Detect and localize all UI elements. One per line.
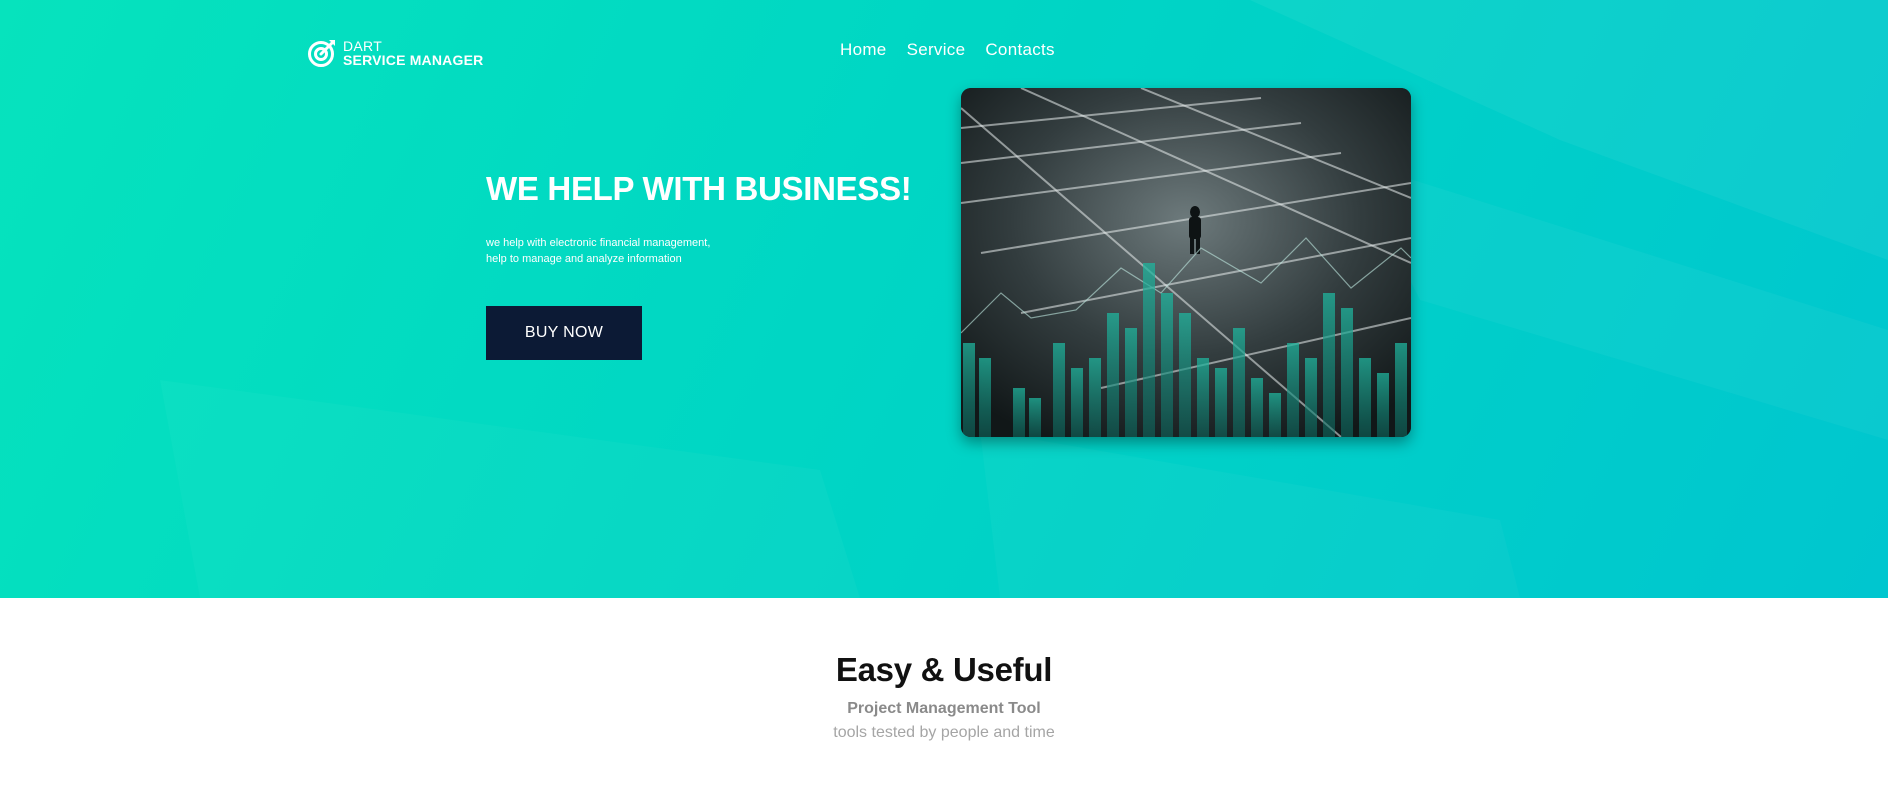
section-title: Easy & Useful <box>835 651 1053 688</box>
hero-description-line2: help to manage and analyze information <box>486 253 682 265</box>
hero-image <box>961 88 1411 437</box>
brand-name-line1: DART <box>343 38 383 54</box>
hero-headline: WE HELP WITH BUSINESS! <box>486 170 912 207</box>
hero-description-line1: we help with electronic financial manage… <box>486 237 711 249</box>
section-tagline: tools tested by people and time <box>833 724 1055 741</box>
nav-link-service[interactable]: Service <box>907 40 966 60</box>
hero-image-illustration <box>961 88 1411 437</box>
nav-link-contacts[interactable]: Contacts <box>985 40 1055 60</box>
hero-background-decoration <box>1250 0 1888 440</box>
hero-description: we help with electronic financial manage… <box>486 235 710 267</box>
buy-now-button[interactable]: BUY NOW <box>486 306 642 360</box>
brand-name: DART SERVICE MANAGER <box>343 39 483 67</box>
brand-logo[interactable]: DART SERVICE MANAGER <box>307 38 483 68</box>
main-nav: Home Service Contacts <box>840 40 1075 60</box>
nav-link-home[interactable]: Home <box>840 40 887 60</box>
brand-name-line2: SERVICE MANAGER <box>343 52 484 68</box>
target-logo-icon <box>308 40 335 67</box>
section-subtitle: Project Management Tool <box>847 700 1041 717</box>
hero-section: DART SERVICE MANAGER Home Service Contac… <box>0 0 1888 598</box>
